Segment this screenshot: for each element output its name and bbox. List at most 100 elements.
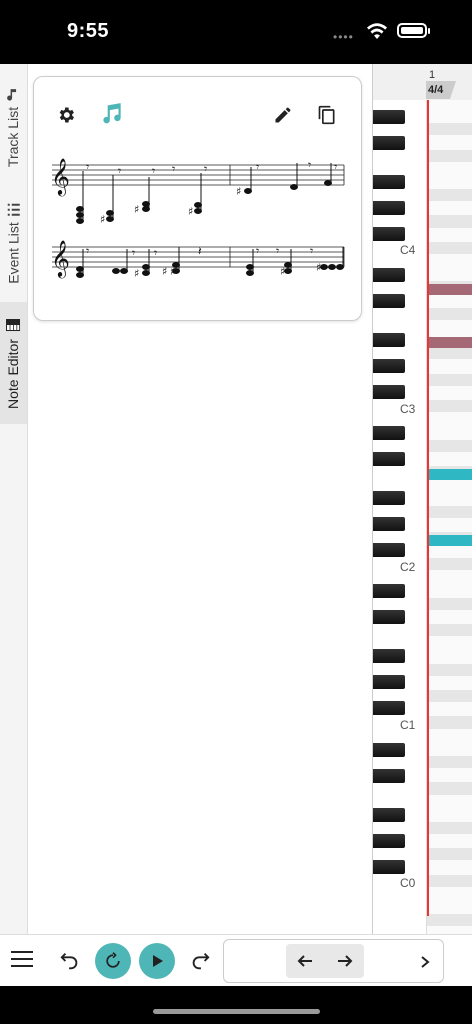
music-note-icon	[7, 88, 17, 101]
home-indicator[interactable]	[153, 1009, 320, 1014]
svg-text:♯: ♯	[100, 213, 105, 226]
loop-button[interactable]	[95, 943, 131, 979]
grid-row	[427, 439, 472, 452]
note-block[interactable]	[429, 284, 472, 295]
grid-row	[427, 755, 472, 769]
svg-text:𝄾: 𝄾	[132, 246, 135, 260]
svg-text:𝄾: 𝄾	[118, 164, 121, 178]
svg-text:𝄽: 𝄽	[198, 244, 202, 258]
black-key[interactable]	[373, 426, 405, 441]
grid-row	[427, 373, 472, 386]
black-key[interactable]	[373, 200, 405, 215]
octave-label-c2: C2	[400, 560, 416, 574]
grid-row	[427, 624, 472, 637]
grid-row	[427, 716, 472, 729]
redo-icon[interactable]	[189, 950, 211, 972]
black-key[interactable]	[373, 807, 405, 822]
tab-note-editor[interactable]: Note Editor	[0, 302, 27, 424]
black-key[interactable]	[373, 359, 405, 373]
time-signature[interactable]: 4/4	[426, 81, 456, 99]
grid-row	[427, 505, 472, 518]
grid-row	[427, 597, 472, 610]
octave-label-c4: C4	[400, 243, 416, 257]
black-key[interactable]	[373, 174, 405, 189]
gear-icon[interactable]	[56, 105, 76, 125]
play-button[interactable]	[139, 943, 175, 979]
arrow-left-icon[interactable]	[296, 952, 314, 970]
svg-text:𝄾: 𝄾	[154, 246, 157, 260]
black-key[interactable]	[373, 294, 405, 308]
note-block[interactable]	[429, 469, 472, 480]
app-root: Track List Event List Note Editor 𝄞 𝄞 𝄾 …	[0, 64, 472, 986]
menu-icon[interactable]	[11, 950, 33, 968]
grid-row	[427, 874, 472, 887]
bottom-toolbar	[0, 934, 472, 986]
note-block[interactable]	[429, 535, 472, 546]
svg-text:𝄾: 𝄾	[308, 158, 311, 172]
svg-text:𝄾: 𝄾	[310, 244, 313, 258]
black-key[interactable]	[373, 491, 405, 506]
black-key[interactable]	[373, 226, 405, 241]
black-key[interactable]	[373, 859, 405, 874]
black-key[interactable]	[373, 109, 405, 124]
black-key[interactable]	[373, 584, 405, 599]
arrow-right-icon[interactable]	[336, 952, 354, 970]
black-key[interactable]	[373, 333, 405, 347]
status-bar: 9:55 ••••	[0, 0, 472, 64]
svg-text:♯: ♯	[134, 267, 139, 279]
black-key[interactable]	[373, 452, 405, 467]
piano-icon	[6, 318, 21, 331]
grid-row	[427, 215, 472, 228]
tab-event-list[interactable]: Event List	[0, 189, 27, 297]
black-key[interactable]	[373, 833, 405, 848]
chevron-right-icon[interactable]	[420, 955, 430, 969]
svg-text:𝄾: 𝄾	[86, 160, 89, 174]
octave-label-c0: C0	[400, 876, 416, 890]
svg-text:𝄾: 𝄾	[256, 160, 259, 174]
black-key[interactable]	[373, 385, 405, 399]
svg-text:♯: ♯	[316, 261, 321, 274]
black-key[interactable]	[373, 135, 405, 150]
black-key[interactable]	[373, 517, 405, 532]
black-key[interactable]	[373, 675, 405, 690]
list-icon	[7, 203, 20, 216]
copy-icon[interactable]	[317, 104, 337, 126]
black-key[interactable]	[373, 768, 405, 783]
black-key[interactable]	[373, 268, 405, 282]
svg-text:♯: ♯	[236, 185, 241, 198]
scroll-arrows	[286, 944, 364, 978]
play-icon	[153, 955, 163, 967]
svg-text:𝄾: 𝄾	[256, 244, 259, 258]
piano-keyboard[interactable]: C4 C3 C2 C1 C0	[373, 100, 427, 934]
black-key[interactable]	[373, 610, 405, 625]
octave-label-c1: C1	[400, 718, 416, 732]
wifi-icon	[367, 23, 387, 39]
grid-row	[427, 663, 472, 676]
pencil-icon[interactable]	[273, 105, 293, 125]
octave-label-c3: C3	[400, 402, 416, 416]
playhead[interactable]	[427, 100, 429, 916]
svg-text:𝄾: 𝄾	[152, 164, 155, 178]
note-grid[interactable]	[427, 100, 472, 934]
svg-text:𝄾: 𝄾	[204, 162, 207, 176]
note-block[interactable]	[429, 337, 472, 348]
black-key[interactable]	[373, 742, 405, 757]
undo-icon[interactable]	[59, 950, 81, 972]
grid-row	[427, 347, 472, 360]
tab-track-list[interactable]: Track List	[0, 78, 27, 178]
score-preview-card: 𝄞 𝄞 𝄾 𝄾 𝄾 𝄾 𝄾 𝄾 𝄾 𝄾 𝄾 𝄾 𝄾 𝄽 𝄾 𝄾 𝄾 ♯ ♯ ♯ …	[33, 76, 362, 321]
black-key[interactable]	[373, 701, 405, 716]
music-notes-icon[interactable]	[99, 101, 125, 127]
grid-row	[427, 821, 472, 835]
bar-number: 1	[429, 69, 436, 81]
tab-event-list-label: Event List	[5, 222, 22, 284]
timeline-ruler[interactable]: 1 4/4	[373, 64, 472, 101]
black-key[interactable]	[373, 649, 405, 664]
black-key[interactable]	[373, 543, 405, 558]
piano-roll[interactable]: 1 4/4 C4 C3 C2 C1 C0	[372, 64, 472, 934]
svg-text:♯: ♯	[170, 265, 175, 278]
svg-text:𝄾: 𝄾	[172, 162, 175, 176]
svg-text:𝄾: 𝄾	[86, 244, 89, 258]
home-indicator-area	[0, 986, 472, 1024]
svg-text:♯: ♯	[134, 203, 139, 216]
